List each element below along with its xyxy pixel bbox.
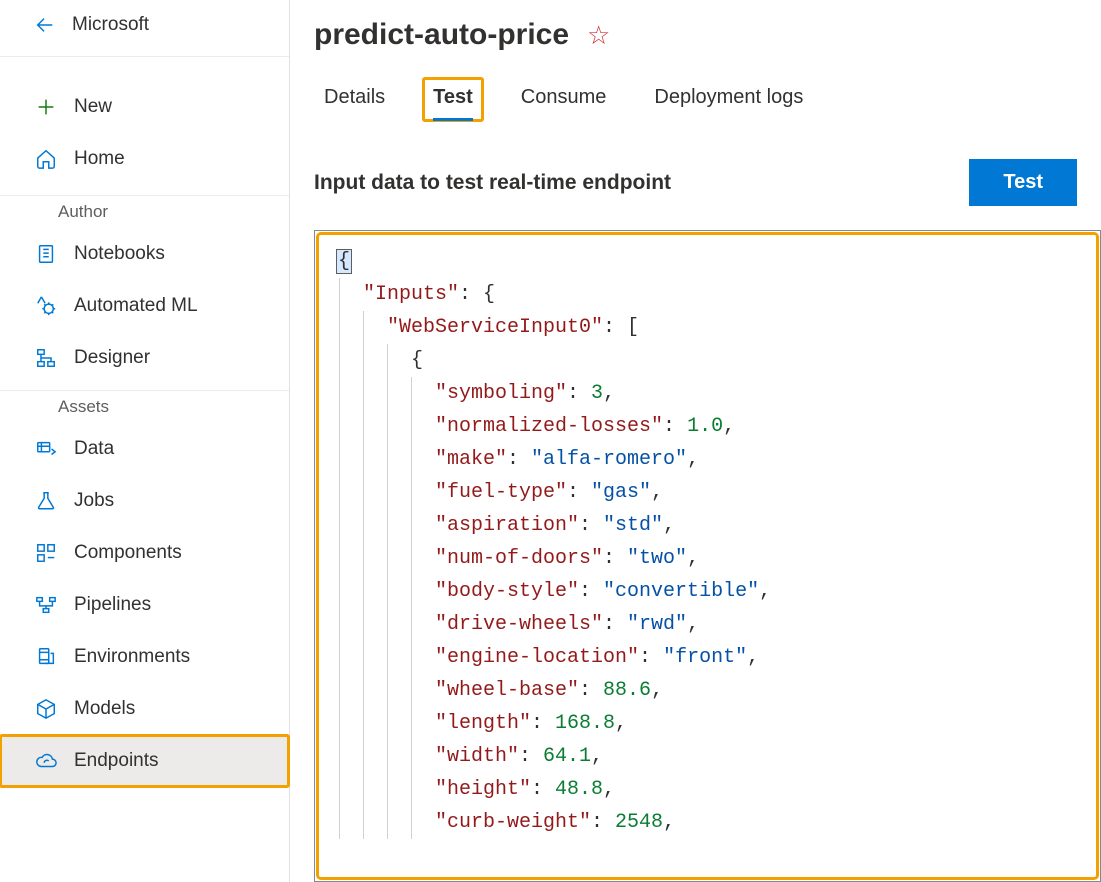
sidebar-item-models[interactable]: Models	[0, 683, 289, 735]
json-editor-highlight: { "Inputs": { "WebServiceInput0": [ { "s…	[319, 235, 1096, 877]
home-icon	[34, 147, 58, 171]
data-icon	[34, 437, 58, 461]
sidebar-item-label: New	[74, 96, 112, 118]
sidebar-item-label: Environments	[74, 646, 190, 668]
designer-icon	[34, 346, 58, 370]
tab-details[interactable]: Details	[314, 78, 395, 121]
back-arrow-icon	[34, 14, 56, 36]
sidebar-item-label: Jobs	[74, 490, 114, 512]
sidebar-item-notebooks[interactable]: Notebooks	[0, 228, 289, 280]
sidebar-item-label: Components	[74, 542, 182, 564]
test-button[interactable]: Test	[969, 159, 1077, 206]
back-to-microsoft[interactable]: Microsoft	[0, 0, 289, 57]
favorite-star-icon[interactable]: ☆	[587, 22, 610, 48]
sidebar-item-label: Data	[74, 438, 114, 460]
sidebar-item-label: Home	[74, 148, 125, 170]
tab-test[interactable]: Test	[423, 78, 483, 121]
sidebar-item-components[interactable]: Components	[0, 527, 289, 579]
sidebar-item-automated-ml[interactable]: Automated ML	[0, 280, 289, 332]
sidebar-item-label: Automated ML	[74, 295, 198, 317]
sidebar-item-label: Endpoints	[74, 750, 159, 772]
sidebar-item-designer[interactable]: Designer	[0, 332, 289, 390]
sidebar-item-data[interactable]: Data	[0, 423, 289, 475]
main-content: predict-auto-price ☆ Details Test Consum…	[290, 0, 1101, 882]
sidebar-item-new[interactable]: New	[0, 81, 289, 133]
sidebar-item-jobs[interactable]: Jobs	[0, 475, 289, 527]
tab-deployment-logs[interactable]: Deployment logs	[644, 78, 813, 121]
cube-icon	[34, 697, 58, 721]
sidebar-item-endpoints[interactable]: Endpoints	[0, 735, 289, 787]
cloud-icon	[34, 749, 58, 773]
sidebar-item-label: Notebooks	[74, 243, 165, 265]
sidebar: Microsoft New Home Author Notebooks Auto…	[0, 0, 290, 882]
sidebar-item-home[interactable]: Home	[0, 133, 289, 185]
test-subtitle: Input data to test real-time endpoint	[314, 171, 671, 195]
page-title: predict-auto-price	[314, 18, 569, 52]
sidebar-item-label: Models	[74, 698, 135, 720]
components-icon	[34, 541, 58, 565]
sidebar-item-label: Designer	[74, 347, 150, 369]
pipelines-icon	[34, 593, 58, 617]
tabs: Details Test Consume Deployment logs	[290, 64, 1101, 121]
plus-icon	[34, 95, 58, 119]
sidebar-item-environments[interactable]: Environments	[0, 631, 289, 683]
section-author: Author	[0, 196, 289, 228]
sidebar-item-label: Pipelines	[74, 594, 151, 616]
notebook-icon	[34, 242, 58, 266]
environments-icon	[34, 645, 58, 669]
sidebar-item-pipelines[interactable]: Pipelines	[0, 579, 289, 631]
section-assets: Assets	[0, 391, 289, 423]
back-label: Microsoft	[72, 14, 149, 36]
flask-icon	[34, 489, 58, 513]
tab-consume[interactable]: Consume	[511, 78, 617, 121]
automl-icon	[34, 294, 58, 318]
json-editor[interactable]: { "Inputs": { "WebServiceInput0": [ { "s…	[314, 230, 1101, 882]
json-code[interactable]: { "Inputs": { "WebServiceInput0": [ { "s…	[337, 245, 1078, 839]
